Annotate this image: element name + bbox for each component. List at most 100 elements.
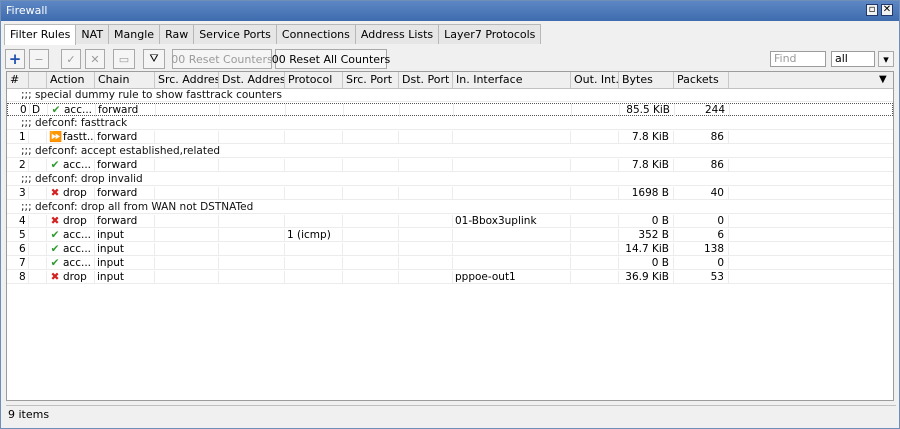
comment-row[interactable]: ;;; defconf: drop invalid (7, 173, 893, 186)
close-window-button[interactable]: ✕ (881, 4, 893, 16)
rule-empty-cell (155, 257, 219, 270)
rule-empty-cell (400, 104, 454, 117)
rule-packets: 86 (674, 159, 729, 172)
col-protocol[interactable]: Protocol (285, 72, 343, 88)
comment-row[interactable]: ;;; defconf: accept established,related (7, 145, 893, 158)
rule-chain: forward (95, 159, 155, 172)
rule-empty-cell (219, 257, 285, 270)
col-chain[interactable]: Chain (95, 72, 155, 88)
drop-icon: ✖ (50, 187, 60, 199)
status-bar: 9 items (6, 405, 896, 424)
comment-button[interactable]: ▭ (113, 49, 135, 69)
rule-in-interface (453, 257, 571, 270)
rule-protocol (285, 187, 343, 200)
tab-raw[interactable]: Raw (159, 24, 195, 44)
rule-flag: D (30, 104, 48, 117)
tab-layer7-protocols[interactable]: Layer7 Protocols (438, 24, 542, 44)
tab-service-ports[interactable]: Service Ports (193, 24, 277, 44)
rule-action: ✖ drop (47, 215, 95, 228)
rule-action-label: acc... (64, 104, 92, 116)
rule-empty-cell (571, 229, 619, 242)
table-row[interactable]: 3 ✖ drop forward 1698 B 40 (7, 187, 893, 200)
add-rule-button[interactable]: + (5, 49, 25, 69)
restore-window-button[interactable]: ▫ (866, 4, 878, 16)
drop-icon: ✖ (50, 215, 60, 227)
rule-empty-cell (399, 243, 453, 256)
rule-bytes: 0 B (619, 257, 674, 270)
comment-row[interactable]: ;;; special dummy rule to show fasttrack… (7, 89, 893, 102)
tab-nat[interactable]: NAT (75, 24, 110, 44)
tab-connections[interactable]: Connections (275, 24, 356, 44)
rule-empty-cell (155, 159, 219, 172)
find-input[interactable]: Find (770, 51, 826, 67)
table-row[interactable]: 2 ✔ acc... forward 7.8 KiB 86 (7, 159, 893, 172)
rule-in-interface (453, 159, 571, 172)
col-dst-address[interactable]: Dst. Address (219, 72, 285, 88)
reset-counters-button[interactable]: 00 Reset Counters (171, 49, 273, 69)
col-number[interactable]: # (7, 72, 29, 88)
col-in-interface[interactable]: In. Interface (453, 72, 571, 88)
col-action[interactable]: Action (47, 72, 95, 88)
rule-empty-cell (344, 104, 400, 117)
rule-empty-cell (219, 243, 285, 256)
rule-packets: 138 (674, 243, 729, 256)
tab-filter-rules[interactable]: Filter Rules (4, 24, 77, 45)
tab-address-lists[interactable]: Address Lists (354, 24, 440, 44)
title-bar: Firewall ▫ ✕ (1, 1, 899, 21)
rule-protocol (285, 257, 343, 270)
rule-empty-cell (219, 159, 285, 172)
rule-bytes: 0 B (619, 215, 674, 228)
rule-chain: forward (95, 215, 155, 228)
table-row[interactable]: 1 ⏩fastt... forward 7.8 KiB 86 (7, 131, 893, 144)
rule-number: 3 (7, 187, 29, 200)
table-row[interactable]: 7 ✔ acc... input 0 B0 (7, 257, 893, 270)
col-src-port[interactable]: Src. Port (343, 72, 399, 88)
col-dst-port[interactable]: Dst. Port (399, 72, 453, 88)
rule-empty-cell (571, 215, 619, 228)
rule-empty-cell (571, 271, 619, 284)
col-bytes[interactable]: Bytes (619, 72, 674, 88)
remove-rule-button[interactable]: − (29, 49, 49, 69)
rule-comment: ;;; special dummy rule to show fasttrack… (21, 89, 282, 101)
rule-empty-cell (399, 271, 453, 284)
disable-rule-button[interactable]: ✕ (85, 49, 105, 69)
rule-comment: ;;; defconf: drop all from WAN not DSTNA… (21, 201, 254, 213)
col-flag[interactable] (29, 72, 47, 88)
rule-in-interface (453, 229, 571, 242)
table-row[interactable]: 0 D ✔ acc... forward 85.5 KiB 244 (7, 103, 893, 117)
tab-mangle[interactable]: Mangle (108, 24, 161, 44)
table-row[interactable]: 6 ✔ acc... input 14.7 KiB 138 (7, 243, 893, 256)
table-row[interactable]: 8 ✖ drop input pppoe-out1 36.9 KiB 53 (7, 271, 893, 284)
rule-empty-cell (399, 229, 453, 242)
reset-all-counters-button[interactable]: 00 Reset All Counters (272, 49, 390, 69)
comment-row[interactable]: ;;; defconf: drop all from WAN not DSTNA… (7, 201, 893, 214)
filter-icon[interactable]: ⛛ (143, 49, 165, 69)
rule-packets: 40 (674, 187, 729, 200)
col-packets[interactable]: Packets (674, 72, 729, 88)
rule-bytes: 36.9 KiB (619, 271, 674, 284)
rule-empty-cell (220, 104, 286, 117)
rule-action-label: acc... (63, 243, 91, 255)
rule-empty-cell (343, 131, 399, 144)
rule-empty-cell (155, 131, 219, 144)
rule-in-interface (453, 187, 571, 200)
rule-number: 5 (7, 229, 29, 242)
rule-in-interface (453, 131, 571, 144)
rule-empty-cell (399, 187, 453, 200)
rule-empty-cell (155, 229, 219, 242)
rule-action-label: acc... (63, 159, 91, 171)
col-src-address[interactable]: Src. Address (155, 72, 219, 88)
rule-empty-cell (343, 271, 399, 284)
chevron-down-icon[interactable]: ▼ (879, 72, 887, 87)
comment-row[interactable]: ;;; defconf: fasttrack (7, 117, 893, 130)
rule-bytes: 85.5 KiB (620, 104, 675, 117)
rule-empty-cell (219, 229, 285, 242)
filter-select[interactable]: all (831, 51, 875, 67)
table-row[interactable]: 4 ✖ drop forward 01-Bbox3uplink 0 B0 (7, 215, 893, 228)
rule-action: ✔ acc... (47, 229, 95, 242)
chevron-down-icon[interactable]: ▾ (878, 51, 894, 67)
col-out-interface[interactable]: Out. Int... (571, 72, 619, 88)
rule-bytes: 1698 B (619, 187, 674, 200)
table-row[interactable]: 5 ✔ acc... input 1 (icmp) 352 B6 (7, 229, 893, 242)
enable-rule-button[interactable]: ✓ (61, 49, 81, 69)
